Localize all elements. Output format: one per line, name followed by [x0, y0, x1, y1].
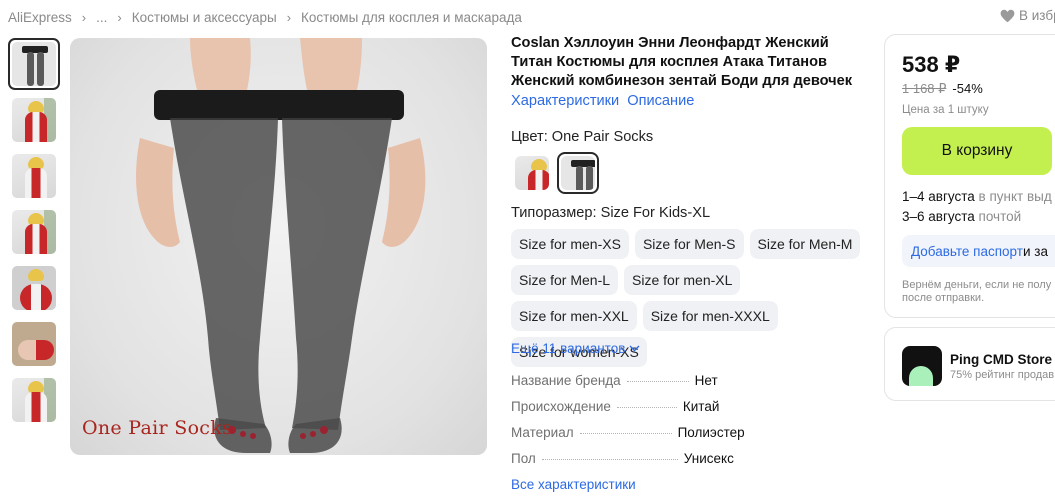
- store-name: Ping CMD Store: [950, 352, 1053, 367]
- product-title: Coslan Хэллоуин Энни Леонфардт Женский Т…: [511, 35, 853, 89]
- size-option[interactable]: Size for men-XXL: [511, 301, 637, 331]
- spec-leader: [616, 407, 677, 408]
- chevron-right-icon: ›: [81, 9, 87, 25]
- buy-box: 538 ₽ 1 168 ₽ -54% Цена за 1 штуку В кор…: [884, 34, 1055, 318]
- spec-row: Материал Полиэстер: [511, 425, 811, 451]
- thumbnail-costume[interactable]: [8, 262, 60, 314]
- spec-leader: [541, 459, 678, 460]
- chevron-right-icon: ›: [286, 9, 292, 25]
- add-passport-button[interactable]: Добавьте паспорт и за: [902, 235, 1055, 267]
- size-option[interactable]: Size for men-XS: [511, 229, 629, 259]
- product-tabs: Характеристики Описание: [511, 93, 702, 109]
- discount-badge: -54%: [952, 81, 983, 96]
- spec-row: Происхождение Китай: [511, 399, 811, 425]
- size-option[interactable]: Size for men-XL: [624, 265, 741, 295]
- old-price-row: 1 168 ₽ -54%: [902, 81, 983, 97]
- spec-row: Пол Унисекс: [511, 451, 811, 477]
- delivery-pickup: 1–4 августа в пункт выд: [902, 189, 1052, 204]
- price-per-unit: Цена за 1 штуку: [902, 104, 989, 116]
- spec-leader: [579, 433, 672, 434]
- spec-row: Название бренда Нет: [511, 373, 811, 399]
- size-label: Типоразмер: Size For Kids-XL: [511, 205, 711, 221]
- refund-note: Вернём деньги, если не полу после отправ…: [902, 279, 1052, 304]
- more-variants-label: Ещё 11 вариантов: [511, 341, 626, 356]
- thumbnail-list: [8, 38, 60, 430]
- spec-value: Нет: [694, 373, 718, 388]
- thumbnail-costume[interactable]: [8, 374, 60, 426]
- spec-leader: [626, 381, 689, 382]
- spec-name: Происхождение: [511, 399, 611, 414]
- store-card[interactable]: Ping CMD Store 75% рейтинг продав: [884, 327, 1055, 401]
- spec-name: Материал: [511, 425, 574, 440]
- spec-value: Унисекс: [683, 451, 734, 466]
- store-rating: 75% рейтинг продав: [950, 369, 1055, 381]
- tab-description[interactable]: Описание: [627, 93, 694, 109]
- favorites-button[interactable]: В избр: [1000, 8, 1055, 23]
- passport-rest: и за: [1022, 243, 1048, 259]
- size-option[interactable]: Size for men-XXXL: [642, 301, 778, 331]
- thumbnail-costume[interactable]: [8, 206, 60, 258]
- spec-name: Пол: [511, 451, 536, 466]
- size-option[interactable]: Size for Men-S: [634, 229, 744, 259]
- store-logo: [902, 346, 942, 386]
- delivery-post: 3–6 августа почтой: [902, 209, 1021, 224]
- size-option[interactable]: Size for Men-M: [749, 229, 861, 259]
- color-swatches: [511, 152, 603, 194]
- all-specs-link[interactable]: Все характеристики: [511, 477, 636, 492]
- price: 538 ₽: [902, 52, 961, 77]
- breadcrumb-cosplay[interactable]: Костюмы для косплея и маскарада: [301, 10, 522, 25]
- color-label: Цвет: One Pair Socks: [511, 129, 654, 145]
- delivery-method: в пункт выд: [974, 189, 1052, 204]
- chevron-right-icon: ›: [117, 9, 122, 25]
- thumbnail-costume[interactable]: [8, 94, 60, 146]
- favorites-label: В избр: [1019, 8, 1055, 23]
- thumbnail-costume[interactable]: [8, 318, 60, 370]
- breadcrumb-costumes[interactable]: Костюмы и аксессуары: [132, 10, 277, 25]
- product-photo: [136, 38, 426, 453]
- image-caption: One Pair Socks: [82, 417, 233, 439]
- delivery-date: 1–4 августа: [902, 189, 975, 204]
- tab-characteristics[interactable]: Характеристики: [511, 93, 619, 109]
- heart-icon: [1000, 9, 1015, 22]
- size-option[interactable]: Size for Men-L: [511, 265, 619, 295]
- thumbnail-costume[interactable]: [8, 150, 60, 202]
- color-swatch-socks[interactable]: [557, 152, 599, 194]
- delivery-method: почтой: [974, 209, 1022, 224]
- passport-link: Добавьте паспорт: [911, 243, 1023, 259]
- spec-value: Полиэстер: [677, 425, 745, 440]
- color-swatch-costume[interactable]: [511, 152, 553, 194]
- thumbnail-socks[interactable]: [8, 38, 60, 90]
- delivery-date: 3–6 августа: [902, 209, 975, 224]
- more-variants-link[interactable]: Ещё 11 вариантов: [511, 341, 640, 356]
- add-to-cart-button[interactable]: В корзину: [902, 127, 1052, 175]
- breadcrumb-aliexpress[interactable]: AliExpress: [8, 10, 72, 25]
- main-product-image[interactable]: One Pair Socks: [70, 38, 487, 455]
- chevron-down-icon: [629, 345, 640, 352]
- breadcrumb-ellipsis[interactable]: ...: [96, 10, 107, 25]
- spec-name: Название бренда: [511, 373, 621, 388]
- breadcrumb: AliExpress › ... › Костюмы и аксессуары …: [8, 8, 522, 26]
- spec-list: Название бренда Нет Происхождение Китай …: [511, 373, 811, 477]
- old-price: 1 168 ₽: [902, 81, 947, 96]
- spec-value: Китай: [682, 399, 720, 414]
